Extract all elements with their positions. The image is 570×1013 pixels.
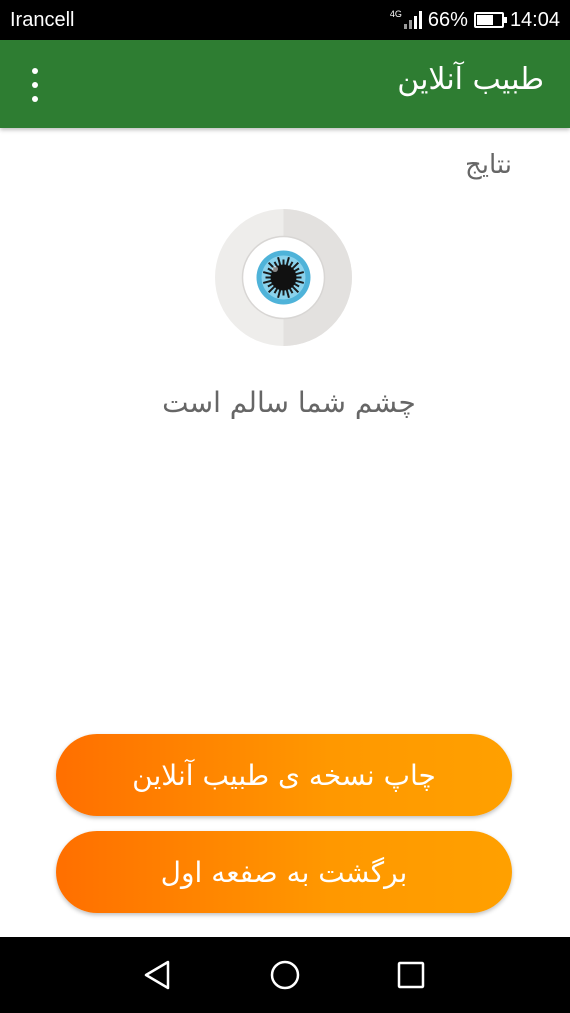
back-to-home-button[interactable]: برگشت به صفعه اول xyxy=(56,831,512,913)
home-circle-icon[interactable] xyxy=(267,957,303,993)
section-title: نتایج xyxy=(464,150,512,180)
app-title: طبیب آنلاین xyxy=(397,62,544,97)
app-bar: طبیب آنلاین xyxy=(0,40,570,128)
carrier-name: Irancell xyxy=(10,9,75,31)
clock: 14:04 xyxy=(509,8,560,31)
status-bar: Irancell 4G 66% 14:04 xyxy=(0,0,570,40)
battery-level xyxy=(476,15,493,25)
battery-percent: 66% xyxy=(427,8,468,31)
battery-icon xyxy=(473,12,507,28)
status-indicators: 4G 66% 14:04 xyxy=(390,9,560,31)
more-vert-icon[interactable] xyxy=(24,68,46,102)
back-triangle-icon[interactable] xyxy=(140,957,176,993)
result-text: چشم شما سالم است xyxy=(162,386,416,419)
screen: Irancell 4G 66% 14:04 طبیب آنلاین نتایج xyxy=(0,0,570,1013)
system-nav-bar xyxy=(0,937,570,1013)
print-prescription-button[interactable]: چاپ نسخه ی طبیب آنلاین xyxy=(56,734,512,816)
recents-square-icon[interactable] xyxy=(393,957,429,993)
network-type: 4G xyxy=(389,9,402,19)
eye-icon xyxy=(215,209,352,346)
signal-icon xyxy=(403,11,422,29)
